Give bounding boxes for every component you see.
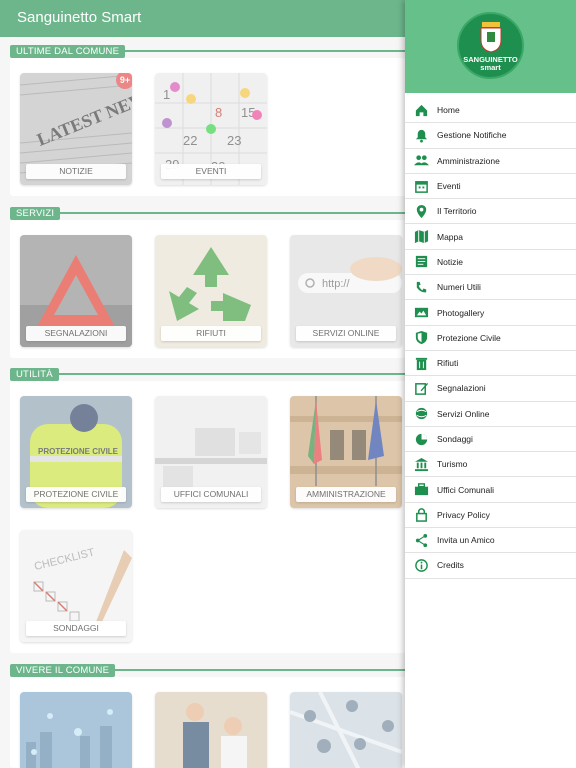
drawer-item-label: Credits [437,560,464,571]
drawer-item-home[interactable]: Home [405,98,576,124]
drawer-item-servizi-online[interactable]: Servizi Online [405,402,576,427]
drawer-item-sondaggi[interactable]: Sondaggi [405,427,576,453]
drawer-scrim[interactable] [0,0,405,768]
home-icon [405,103,437,118]
drawer-item-notizie[interactable]: Notizie [405,250,576,276]
briefcase-icon [405,482,437,497]
drawer-item-photogallery[interactable]: Photogallery [405,300,576,326]
drawer-item-label: Servizi Online [437,408,490,419]
edit-icon [405,381,437,396]
drawer-item-invita-un-amico[interactable]: Invita un Amico [405,528,576,554]
navigation-drawer: SANGUINETTO smart Home Gestione Notifiche… [405,0,576,768]
drawer-item-eventi[interactable]: Eventi [405,174,576,200]
drawer-item-credits[interactable]: Credits [405,553,576,579]
calendar-icon [405,179,437,194]
drawer-item-protezione-civile[interactable]: Protezione Civile [405,326,576,351]
share-icon [405,533,437,548]
drawer-item-turismo[interactable]: Turismo [405,452,576,478]
drawer-item-label: Segnalazioni [437,383,486,394]
drawer-item-label: Home [437,105,460,116]
drawer-item-rifiuti[interactable]: Rifiuti [405,351,576,377]
people-icon [405,153,437,168]
photo-icon [405,305,437,320]
bell-icon [405,128,437,143]
drawer-item-label: Rifiuti [437,358,459,369]
drawer-item-label: Numeri Utili [437,282,481,293]
drawer-item-label: Mappa [437,231,463,242]
shield-icon [405,330,437,345]
drawer-menu: Home Gestione Notifiche Amministrazione Eve… [405,98,576,579]
coat-of-arms-icon [480,22,502,53]
drawer-item-label: Amministrazione [437,155,500,166]
drawer-item-label: Turismo [437,459,468,470]
lock-icon [405,507,437,523]
drawer-item-label: Sondaggi [437,434,473,444]
drawer-item-label: Gestione Notifiche [437,130,507,141]
drawer-item-privacy-policy[interactable]: Privacy Policy [405,503,576,529]
phone-icon [405,280,437,295]
newspaper-icon [405,254,437,269]
trash-icon [405,356,437,371]
drawer-item-amministrazione[interactable]: Amministrazione [405,149,576,174]
drawer-item-segnalazioni[interactable]: Segnalazioni [405,376,576,402]
location-pin-icon [405,204,437,219]
drawer-header: SANGUINETTO smart [405,0,576,93]
drawer-item-gestione-notifiche[interactable]: Gestione Notifiche [405,123,576,149]
drawer-item-label: Protezione Civile [437,332,501,343]
pie-chart-icon [405,432,437,447]
map-icon [405,229,437,244]
drawer-item-numeri-utili[interactable]: Numeri Utili [405,275,576,301]
drawer-item-uffici-comunali[interactable]: Uffici Comunali [405,477,576,503]
drawer-item-label: Eventi [437,181,461,192]
bank-icon [405,457,437,472]
drawer-item-label: Uffici Comunali [437,484,495,495]
drawer-item-mappa[interactable]: Mappa [405,224,576,250]
logo-subtitle: smart [480,63,501,72]
drawer-item-label: Privacy Policy [437,509,490,520]
app-logo: SANGUINETTO smart [457,12,524,79]
drawer-item-label: Notizie [437,256,463,267]
globe-icon [405,406,437,421]
drawer-item-label: Photogallery [437,307,485,318]
drawer-item-label: Il Territorio [437,206,477,217]
drawer-item-label: Invita un Amico [437,535,495,546]
info-icon [405,558,437,573]
drawer-item-il-territorio[interactable]: Il Territorio [405,199,576,225]
